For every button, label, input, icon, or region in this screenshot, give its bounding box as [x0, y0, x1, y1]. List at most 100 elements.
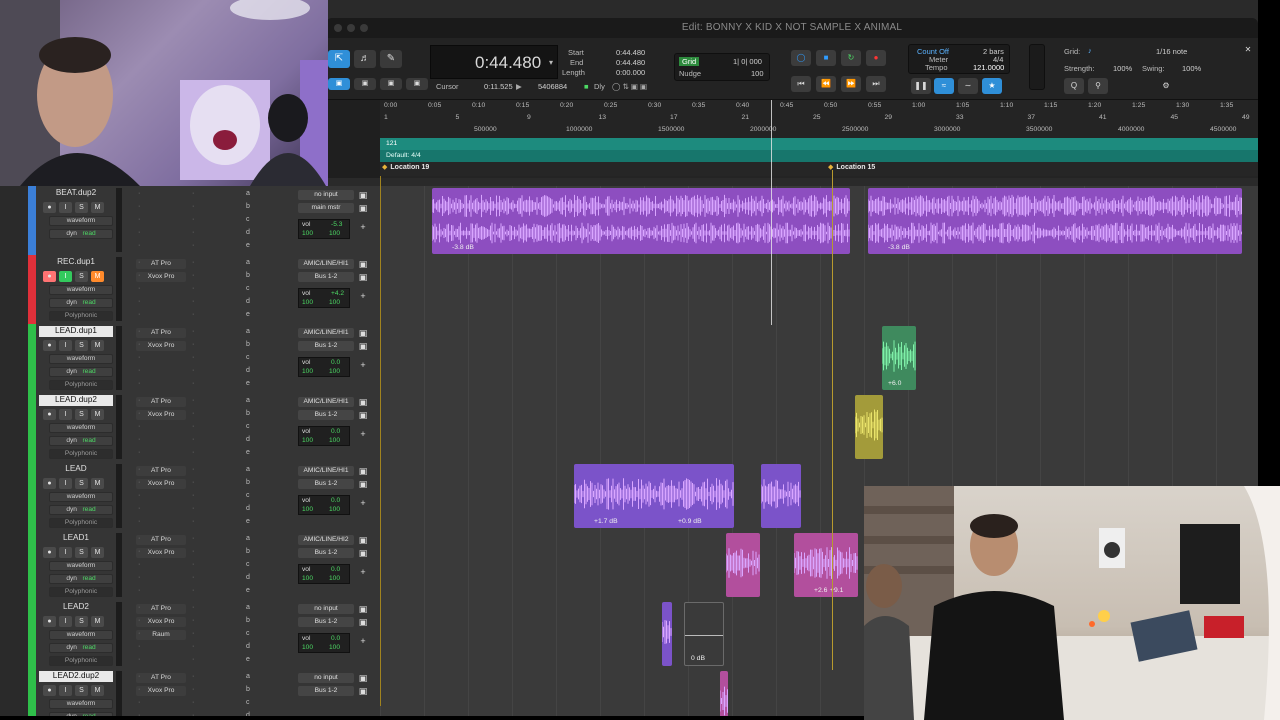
insert-slot-2[interactable]: Xvox Pro: [136, 341, 186, 351]
track-name[interactable]: LEAD2.dup2: [39, 671, 113, 682]
automation-mode-selector[interactable]: dyn read: [49, 229, 113, 239]
track-name[interactable]: LEAD2: [39, 602, 113, 613]
send-letter[interactable]: e: [246, 656, 250, 663]
input-monitor-button[interactable]: I: [59, 685, 72, 696]
input-selector[interactable]: AMIC/LINE/HI1: [298, 259, 354, 269]
io-square-icon[interactable]: ▣: [358, 328, 368, 338]
grid-label[interactable]: Grid: [679, 57, 700, 66]
output-selector[interactable]: Bus 1-2: [298, 410, 354, 420]
solo-button[interactable]: S: [75, 478, 88, 489]
input-selector[interactable]: AMIC/LINE/HI1: [298, 397, 354, 407]
record-enable-icon[interactable]: ●: [43, 616, 56, 627]
send-letter[interactable]: a: [246, 673, 250, 680]
track-color-strip[interactable]: [28, 531, 36, 600]
zoom-icon[interactable]: ⚲: [1088, 78, 1108, 94]
marker-location-19[interactable]: Location 19: [382, 163, 429, 171]
input-monitor-button[interactable]: I: [59, 409, 72, 420]
pan-left-value[interactable]: 100: [302, 506, 313, 513]
add-send-icon[interactable]: +: [358, 291, 368, 301]
input-monitor-button[interactable]: I: [59, 202, 72, 213]
vol-value[interactable]: +4.2: [331, 290, 344, 297]
solo-button[interactable]: S: [75, 616, 88, 627]
insert-slot-1[interactable]: AT Pro: [136, 397, 186, 407]
pencil-midi-icon[interactable]: ∼: [958, 78, 978, 94]
vol-value[interactable]: -5.3: [331, 221, 342, 228]
input-monitor-button[interactable]: I: [59, 616, 72, 627]
pan-left-value[interactable]: 100: [302, 299, 313, 306]
volume-pan-box[interactable]: vol 0.0 100 100: [298, 564, 350, 584]
insert-slot-2[interactable]: Xvox Pro: [136, 410, 186, 420]
meter-ruler[interactable]: Default: 4/4: [380, 150, 1258, 162]
audio-clip[interactable]: [761, 464, 801, 528]
clip-gain-label[interactable]: +2.6: [814, 587, 827, 594]
quantize-icon[interactable]: Q: [1064, 78, 1084, 94]
solo-button[interactable]: S: [75, 340, 88, 351]
elastic-audio-mode[interactable]: Polyphonic: [49, 518, 113, 528]
send-letter[interactable]: a: [246, 397, 250, 404]
io-square-icon[interactable]: ▣: [358, 397, 368, 407]
send-letter[interactable]: c: [246, 423, 250, 430]
input-selector[interactable]: AMIC/LINE/HI2: [298, 535, 354, 545]
pause-icon[interactable]: ❚❚: [911, 78, 931, 94]
insert-slot-2[interactable]: Xvox Pro: [136, 548, 186, 558]
send-letter[interactable]: d: [246, 712, 250, 716]
record-enable-icon[interactable]: ●: [43, 340, 56, 351]
track-view-selector[interactable]: waveform: [49, 630, 113, 640]
output-selector[interactable]: Bus 1-2: [298, 617, 354, 627]
rewind-icon[interactable]: ⏪: [816, 76, 836, 92]
io-square-icon[interactable]: ▣: [358, 259, 368, 269]
record-enable-icon[interactable]: ●: [43, 547, 56, 558]
io-square-icon[interactable]: ▣: [358, 410, 368, 420]
send-letter[interactable]: c: [246, 285, 250, 292]
send-letter[interactable]: e: [246, 587, 250, 594]
speaker-tool-icon[interactable]: ♬: [354, 50, 376, 68]
track-name[interactable]: BEAT.dup2: [39, 188, 113, 199]
track-color-strip[interactable]: [28, 186, 36, 255]
send-letter[interactable]: e: [246, 242, 250, 249]
input-monitor-button[interactable]: I: [59, 271, 72, 282]
output-selector[interactable]: Bus 1-2: [298, 341, 354, 351]
automation-mode-selector[interactable]: dyn read: [49, 712, 113, 716]
nudge-value[interactable]: 100: [751, 69, 764, 78]
send-letter[interactable]: c: [246, 354, 250, 361]
send-letter[interactable]: e: [246, 380, 250, 387]
rewind-start-icon[interactable]: ⏮: [791, 76, 811, 92]
insert-slot-3[interactable]: Raum: [136, 630, 186, 640]
io-square-icon[interactable]: ▣: [358, 190, 368, 200]
track-name[interactable]: LEAD.dup2: [39, 395, 113, 406]
elastic-audio-mode[interactable]: Polyphonic: [49, 311, 113, 321]
end-value[interactable]: 0:44.480: [616, 58, 645, 67]
link-icon[interactable]: ◯ ⇅ ▣ ▣: [612, 82, 647, 91]
playhead[interactable]: [771, 100, 772, 325]
tempo-value[interactable]: 121.0000: [973, 63, 1004, 72]
insert-slot-1[interactable]: AT Pro: [136, 604, 186, 614]
vol-value[interactable]: 0.0: [331, 566, 340, 573]
io-square-icon[interactable]: ▣: [358, 686, 368, 696]
send-letter[interactable]: b: [246, 686, 250, 693]
send-letter[interactable]: c: [246, 492, 250, 499]
solo-button[interactable]: S: [75, 547, 88, 558]
pan-right-value[interactable]: 100: [329, 644, 340, 651]
track-playlist-lane[interactable]: +6.0: [380, 324, 1258, 393]
record-enable-icon[interactable]: ●: [43, 202, 56, 213]
track-header[interactable]: REC.dup1 ● I S Mwaveform dyn read Polyphonic AT…: [28, 255, 380, 324]
smart-tool-icon[interactable]: ▣: [328, 78, 350, 90]
track-name[interactable]: LEAD.dup1: [39, 326, 113, 337]
track-view-selector[interactable]: waveform: [49, 561, 113, 571]
pan-right-value[interactable]: 100: [329, 437, 340, 444]
io-square-icon[interactable]: ▣: [358, 604, 368, 614]
track-view-selector[interactable]: waveform: [49, 285, 113, 295]
track-header[interactable]: LEAD ● I S Mwaveform dyn read Polyphonic AT Pro…: [28, 462, 380, 531]
input-selector[interactable]: no input: [298, 604, 354, 614]
scrub-tool-icon[interactable]: ▣: [380, 78, 402, 90]
send-letter[interactable]: d: [246, 574, 250, 581]
send-letter[interactable]: b: [246, 410, 250, 417]
send-letter[interactable]: c: [246, 561, 250, 568]
forward-icon[interactable]: ⏩: [841, 76, 861, 92]
pencil-tool-icon[interactable]: ✎: [380, 50, 402, 68]
audio-clip[interactable]: [726, 533, 760, 597]
solo-button[interactable]: S: [75, 409, 88, 420]
track-header[interactable]: LEAD1 ● I S Mwaveform dyn read Polyphonic AT Pr…: [28, 531, 380, 600]
automation-mode-selector[interactable]: dyn read: [49, 505, 113, 515]
send-letter[interactable]: d: [246, 505, 250, 512]
